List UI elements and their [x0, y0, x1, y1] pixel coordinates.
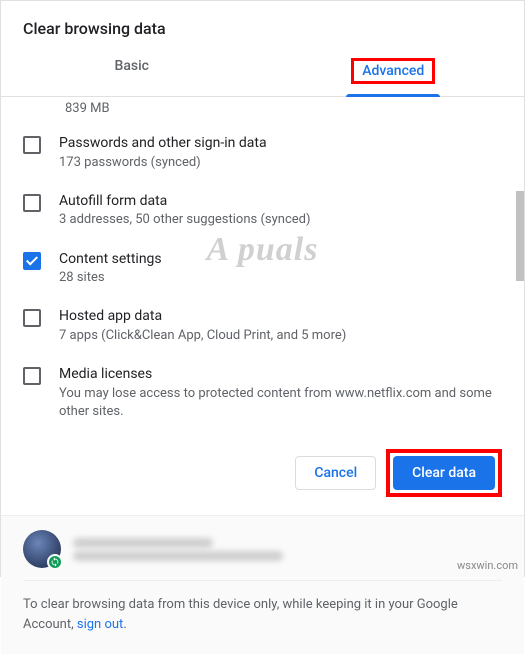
tab-basic[interactable]: Basic	[1, 48, 263, 96]
footer: To clear browsing data from this device …	[1, 515, 524, 654]
option-hosted-app: Hosted app data 7 apps (Click&Clean App,…	[23, 297, 502, 355]
option-sub: 7 apps (Click&Clean App, Cloud Print, an…	[59, 327, 502, 345]
profile-text-blurred	[73, 535, 502, 564]
footer-note-after: .	[123, 617, 126, 632]
tab-advanced-label: Advanced	[362, 63, 424, 79]
tab-advanced-highlight: Advanced	[351, 58, 435, 84]
option-title: Passwords and other sign-in data	[59, 134, 502, 154]
option-title: Hosted app data	[59, 307, 502, 327]
option-passwords: Passwords and other sign-in data 173 pas…	[23, 124, 502, 182]
checkbox-hosted-app[interactable]	[23, 309, 41, 327]
sync-icon	[47, 554, 63, 570]
option-sub: 173 passwords (synced)	[59, 154, 502, 172]
checkbox-passwords[interactable]	[23, 136, 41, 154]
option-content-settings: Content settings 28 sites	[23, 240, 502, 298]
option-sub: 3 addresses, 50 other suggestions (synce…	[59, 211, 502, 229]
avatar	[23, 530, 61, 568]
sign-out-link[interactable]: sign out	[77, 617, 123, 632]
option-text: Autofill form data 3 addresses, 50 other…	[59, 192, 502, 230]
option-text: Media licenses You may lose access to pr…	[59, 365, 502, 421]
footer-note: To clear browsing data from this device …	[23, 595, 502, 634]
option-title: Autofill form data	[59, 192, 502, 212]
clear-data-button[interactable]: Clear data	[393, 456, 495, 490]
tab-bar: Basic Advanced	[1, 48, 524, 97]
dialog-title: Clear browsing data	[1, 1, 524, 48]
option-text: Passwords and other sign-in data 173 pas…	[59, 134, 502, 172]
cancel-button[interactable]: Cancel	[295, 456, 376, 490]
clear-browsing-dialog: Clear browsing data Basic Advanced 839 M…	[0, 0, 525, 577]
option-text: Hosted app data 7 apps (Click&Clean App,…	[59, 307, 502, 345]
truncated-size: 839 MB	[23, 97, 502, 124]
tab-basic-label: Basic	[115, 58, 149, 74]
checkbox-content-settings[interactable]	[23, 252, 41, 270]
option-sub: You may lose access to protected content…	[59, 385, 502, 421]
option-autofill: Autofill form data 3 addresses, 50 other…	[23, 182, 502, 240]
option-media-licenses: Media licenses You may lose access to pr…	[23, 355, 502, 431]
scrollbar[interactable]	[516, 191, 524, 281]
option-sub: 28 sites	[59, 269, 502, 287]
source-watermark: wsxwin.com	[457, 559, 518, 572]
option-title: Media licenses	[59, 365, 502, 385]
profile-row	[23, 530, 502, 581]
clear-data-highlight: Clear data	[386, 449, 502, 497]
checkbox-autofill[interactable]	[23, 194, 41, 212]
tab-advanced[interactable]: Advanced	[263, 48, 525, 96]
checkbox-media-licenses[interactable]	[23, 367, 41, 385]
option-title: Content settings	[59, 250, 502, 270]
button-row: Cancel Clear data	[1, 431, 524, 515]
option-text: Content settings 28 sites	[59, 250, 502, 288]
options-scroll-area: 839 MB Passwords and other sign-in data …	[1, 97, 524, 431]
